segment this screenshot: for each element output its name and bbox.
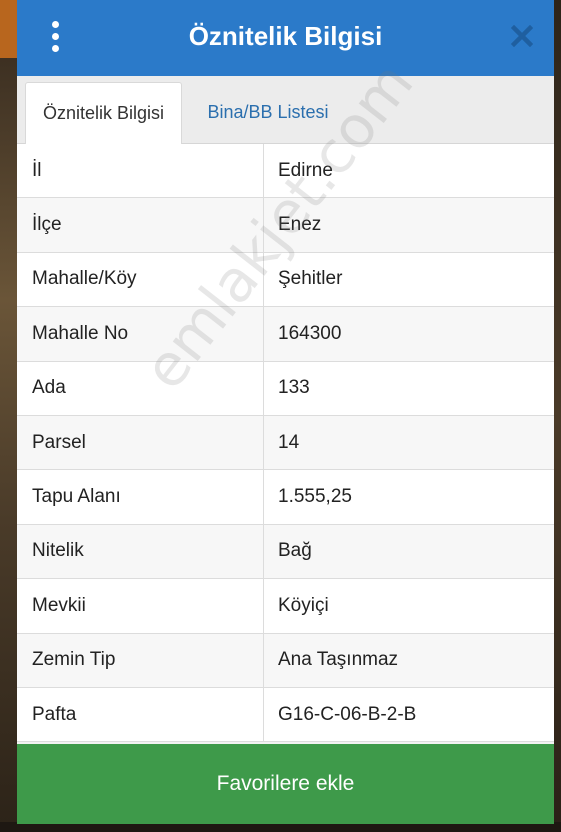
row-value: 133 <box>278 377 310 399</box>
close-icon[interactable] <box>508 20 536 52</box>
row-value: 14 <box>278 431 300 453</box>
row-label: Mahalle/Köy <box>17 252 264 307</box>
row-label: Zemin Tip <box>17 633 264 687</box>
table-row: Parsel 14 <box>17 415 554 471</box>
attribute-info-dialog: Öznitelik Bilgisi Öznitelik Bilgisi Bina… <box>17 0 554 825</box>
table-row: Tapu Alanı 1.555,25 <box>17 470 554 525</box>
row-label: Pafta <box>17 687 264 742</box>
row-label: Ada <box>17 361 264 415</box>
table-row: Nitelik Bağ <box>17 524 554 580</box>
table-row: İl Edirne <box>17 144 554 199</box>
table-row: Ada 133 <box>17 361 554 416</box>
row-value: Ana Taşınmaz <box>278 649 399 671</box>
add-to-favorites-button[interactable]: Favorilere ekle <box>17 744 554 825</box>
row-value: 164300 <box>278 322 342 344</box>
row-value: 1.555,25 <box>278 486 352 508</box>
row-value: G16-C-06-B-2-B <box>278 703 417 725</box>
dialog-header: Öznitelik Bilgisi <box>17 0 554 76</box>
row-label: İl <box>17 144 264 198</box>
row-label: Nitelik <box>17 524 264 579</box>
row-label: İlçe <box>17 198 264 252</box>
table-row: Pafta G16-C-06-B-2-B <box>17 687 554 743</box>
background-left-edge <box>0 0 17 832</box>
row-value: Edirne <box>278 159 333 181</box>
row-value: Bağ <box>278 540 312 562</box>
row-label: Mahalle No <box>17 307 264 361</box>
close-icon-glyph <box>511 25 533 47</box>
row-value: Köyiçi <box>278 594 329 616</box>
tab-attribute-info[interactable]: Öznitelik Bilgisi <box>25 82 182 144</box>
table-row: Mahalle No 164300 <box>17 307 554 362</box>
row-value: Enez <box>278 214 322 236</box>
table-row: Mevkii Köyiçi <box>17 579 554 634</box>
background-right-edge <box>554 0 561 832</box>
table-row: Zemin Tip Ana Taşınmaz <box>17 633 554 688</box>
tab-bar: Öznitelik Bilgisi Bina/BB Listesi <box>17 76 554 144</box>
dialog-title: Öznitelik Bilgisi <box>188 21 383 51</box>
attribute-table: İl Edirne İlçe Enez Mahalle/Köy Şehitler… <box>17 144 554 743</box>
row-value: Şehitler <box>278 268 343 290</box>
table-row: Mahalle/Köy Şehitler <box>17 252 554 308</box>
row-label: Tapu Alanı <box>17 470 264 524</box>
table-row: İlçe Enez <box>17 198 554 253</box>
row-label: Parsel <box>17 415 264 470</box>
row-label: Mevkii <box>17 579 264 633</box>
tab-building-list[interactable]: Bina/BB Listesi <box>183 82 353 143</box>
